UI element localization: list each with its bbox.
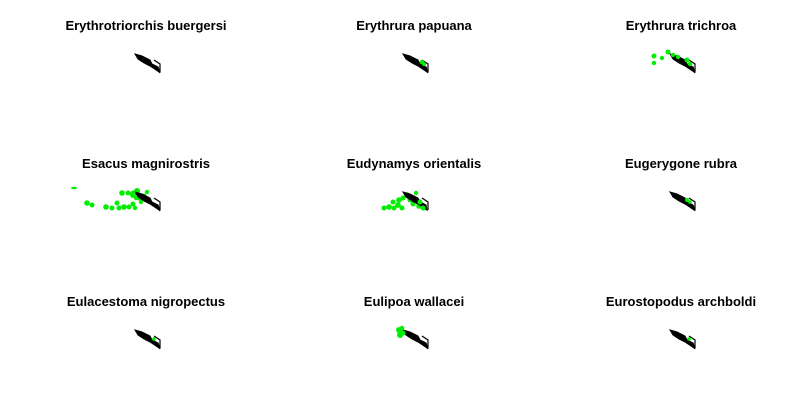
map-panel-eurostopodus-archboldi: Eurostopodus archboldi [556, 276, 804, 406]
map-panel-esacus-magnirostris: Esacus magnirostris [21, 138, 271, 268]
distribution-map [71, 186, 161, 212]
region-outline [133, 53, 161, 74]
map-panel-eugerygone-rubra: Eugerygone rubra [556, 138, 804, 268]
distribution-map [401, 53, 429, 74]
region-outline [401, 329, 429, 350]
map-panel-eudynamys-orientalis: Eudynamys orientalis [289, 138, 539, 268]
region-outline [133, 191, 161, 212]
distribution-map [651, 49, 696, 74]
occurrence-points [396, 325, 406, 338]
occurrence-points [687, 337, 691, 341]
region-outline [668, 329, 696, 350]
distribution-map [668, 191, 696, 212]
map-panel-erythrura-trichroa: Erythrura trichroa [556, 0, 804, 130]
map-panel-eulacestoma-nigropectus: Eulacestoma nigropectus [21, 276, 271, 406]
distribution-map [133, 329, 161, 350]
distribution-map [381, 190, 429, 212]
map-panel-erythrotriorchis-buergersi: Erythrotriorchis buergersi [21, 0, 271, 130]
distribution-map [396, 325, 429, 350]
region-outline [133, 329, 161, 350]
map-panel-eulipoa-wallacei: Eulipoa wallacei [289, 276, 539, 406]
distribution-map [668, 329, 696, 350]
distribution-map [133, 53, 161, 74]
occurrence-points [152, 337, 156, 341]
map-panel-erythrura-papuana: Erythrura papuana [289, 0, 539, 130]
